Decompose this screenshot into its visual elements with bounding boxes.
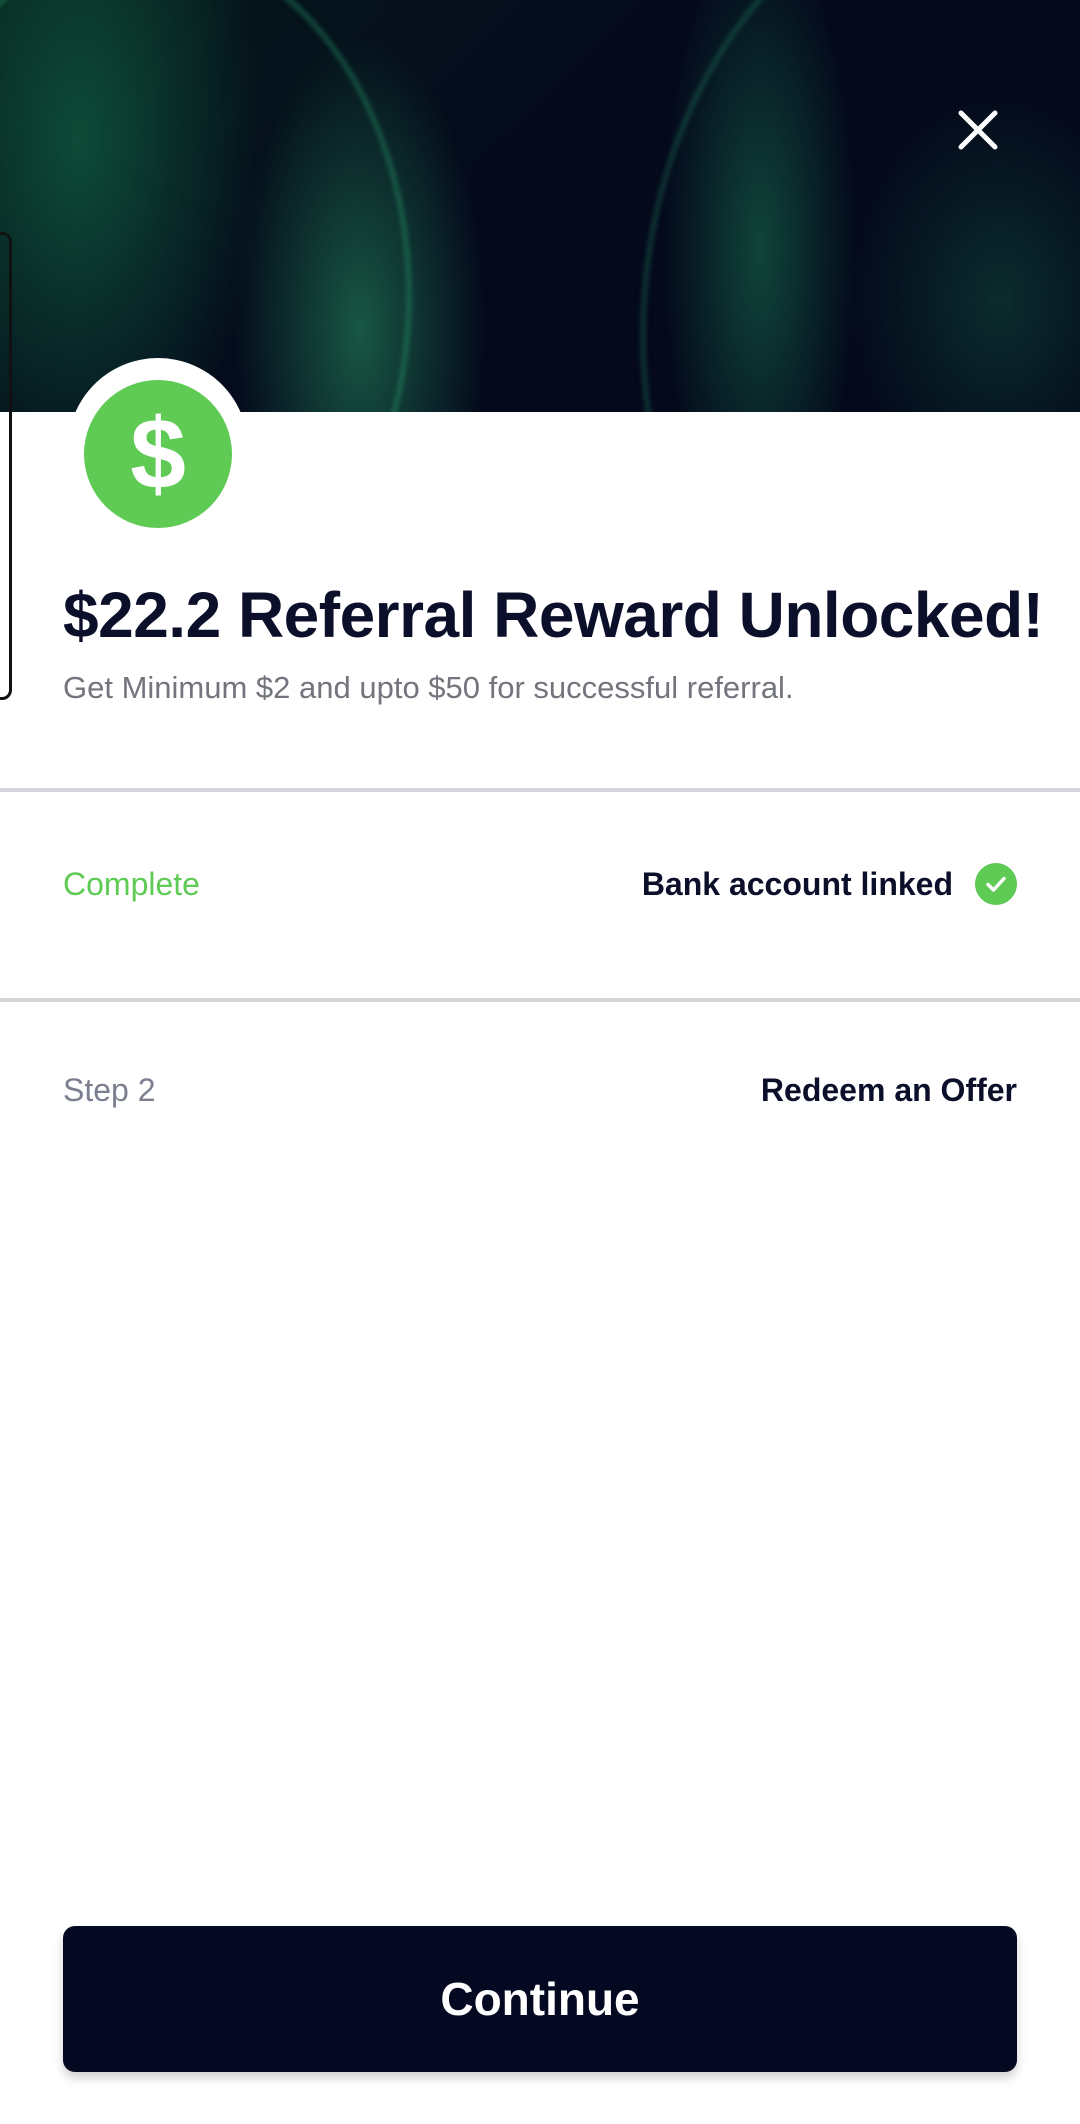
divider-middle	[0, 998, 1080, 1002]
referral-reward-screen: $ $22.2 Referral Reward Unlocked! Get Mi…	[0, 0, 1080, 2124]
dollar-coin-icon: $	[84, 380, 232, 528]
step-label-wrapper: Bank account linked	[642, 863, 1017, 905]
close-icon	[958, 110, 998, 150]
step-label-wrapper-2: Redeem an Offer	[761, 1072, 1017, 1109]
step-status-step2: Step 2	[63, 1071, 156, 1108]
header-banner	[0, 0, 1080, 412]
dollar-symbol: $	[130, 398, 186, 510]
reward-subtitle: Get Minimum $2 and upto $50 for successf…	[63, 670, 794, 705]
step-status-complete: Complete	[63, 865, 200, 902]
step-label-offer: Redeem an Offer	[760, 1071, 1017, 1108]
background-card-edge	[0, 232, 12, 700]
check-circle-icon	[975, 863, 1017, 905]
reward-title: $22.2 Referral Reward Unlocked!	[63, 579, 1044, 651]
divider-top	[0, 788, 1080, 792]
step-label-bank: Bank account linked	[641, 865, 953, 902]
step-row-offer: Step 2 Redeem an Offer	[63, 1060, 1017, 1120]
close-button[interactable]	[948, 100, 1008, 160]
continue-button[interactable]: Continue	[63, 1926, 1017, 2072]
step-row-bank: Complete Bank account linked	[63, 854, 1017, 914]
